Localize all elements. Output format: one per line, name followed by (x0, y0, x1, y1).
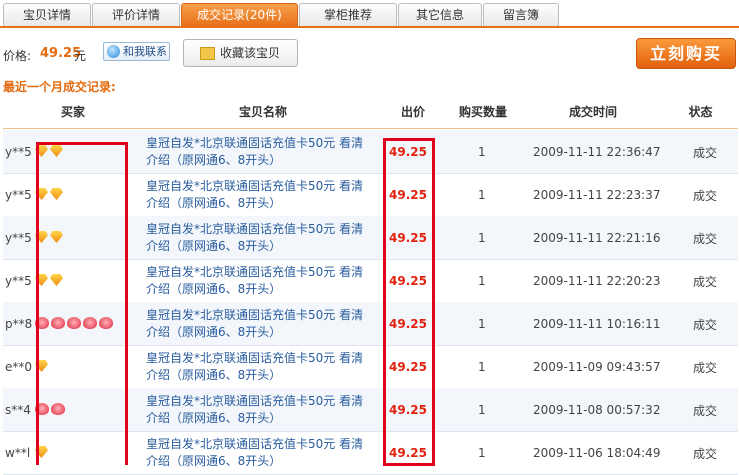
buyer-name[interactable]: y**5 (5, 188, 32, 202)
item-title-link[interactable]: 皇冠自发*北京联通固话充值卡50元 看清 介绍（原网通6、8开头） (146, 393, 386, 427)
price-label: 价格: (3, 49, 32, 63)
status-text: 成交 (693, 189, 718, 203)
item-title-link[interactable]: 皇冠自发*北京联通固话充值卡50元 看清 介绍（原网通6、8开头） (146, 178, 386, 212)
item-title-line1: 皇冠自发*北京联通固话充值卡50元 看清 (146, 265, 364, 279)
item-title-link[interactable]: 皇冠自发*北京联通固话充值卡50元 看清 介绍（原网通6、8开头） (146, 436, 386, 470)
col-item: 宝贝名称 (238, 105, 287, 119)
status-text: 成交 (693, 404, 718, 418)
buy-now-button[interactable]: 立刻购买 (636, 38, 736, 69)
quantity: 1 (478, 360, 486, 374)
col-qty: 购买数量 (458, 105, 507, 119)
tab-bar: 宝贝详情 评价详情 成交记录(20件) 掌柜推荐 其它信息 留言簿 (0, 0, 739, 28)
item-title-link[interactable]: 皇冠自发*北京联通固话充值卡50元 看清 介绍（原网通6、8开头） (146, 350, 386, 384)
chat-icon (107, 45, 120, 58)
transaction-time: 2009-11-11 22:20:23 (533, 274, 661, 288)
status-text: 成交 (693, 361, 718, 375)
buyer-name[interactable]: y**5 (5, 231, 32, 245)
item-title-link[interactable]: 皇冠自发*北京联通固话充值卡50元 看清 介绍（原网通6、8开头） (146, 307, 386, 341)
tab-item-details[interactable]: 宝贝详情 (3, 3, 91, 26)
recent-records-title: 最近一个月成交记录: (3, 80, 116, 94)
status-text: 成交 (693, 447, 718, 461)
table-header: 买家 宝贝名称 出价 购买数量 成交时间 状态 (3, 97, 738, 129)
item-title-line1: 皇冠自发*北京联通固话充值卡50元 看清 (146, 437, 364, 451)
highlight-box-buyer-badges (36, 142, 128, 465)
item-title-line2: 介绍（原网通6、8开头） (146, 325, 282, 339)
col-buyer: 买家 (60, 105, 85, 119)
transaction-time: 2009-11-11 10:16:11 (533, 317, 661, 331)
buyer-name[interactable]: e**0 (5, 360, 32, 374)
transaction-time: 2009-11-08 00:57:32 (533, 403, 661, 417)
tab-other-info[interactable]: 其它信息 (398, 3, 482, 26)
col-time: 成交时间 (568, 105, 617, 119)
quantity: 1 (478, 446, 486, 460)
item-title-link[interactable]: 皇冠自发*北京联通固话充值卡50元 看清 介绍（原网通6、8开头） (146, 264, 386, 298)
contact-label: 和我联系 (123, 45, 167, 58)
item-title-line2: 介绍（原网通6、8开头） (146, 239, 282, 253)
transaction-time: 2009-11-06 18:04:49 (533, 446, 661, 460)
transaction-time: 2009-11-11 22:36:47 (533, 145, 661, 159)
status-text: 成交 (693, 275, 718, 289)
status-text: 成交 (693, 318, 718, 332)
price-unit: 元 (74, 49, 87, 63)
quantity: 1 (478, 403, 486, 417)
transaction-time: 2009-11-09 09:43:57 (533, 360, 661, 374)
item-title-line2: 介绍（原网通6、8开头） (146, 368, 282, 382)
buyer-name[interactable]: p**8 (5, 317, 32, 331)
favorite-label: 收藏该宝贝 (220, 46, 281, 60)
buyer-name[interactable]: y**5 (5, 274, 32, 288)
item-title-line1: 皇冠自发*北京联通固话充值卡50元 看清 (146, 351, 364, 365)
tab-transactions[interactable]: 成交记录(20件) (181, 3, 298, 26)
col-price: 出价 (400, 105, 425, 119)
tab-guestbook[interactable]: 留言簿 (483, 3, 559, 26)
item-title-line1: 皇冠自发*北京联通固话充值卡50元 看清 (146, 394, 364, 408)
item-title-link[interactable]: 皇冠自发*北京联通固话充值卡50元 看清 介绍（原网通6、8开头） (146, 221, 386, 255)
item-title-line2: 介绍（原网通6、8开头） (146, 282, 282, 296)
transaction-time: 2009-11-11 22:23:37 (533, 188, 661, 202)
item-title-link[interactable]: 皇冠自发*北京联通固话充值卡50元 看清 介绍（原网通6、8开头） (146, 135, 386, 169)
tab-shop-recommend[interactable]: 掌柜推荐 (299, 3, 397, 26)
item-title-line2: 介绍（原网通6、8开头） (146, 153, 282, 167)
add-favorite-button[interactable]: 收藏该宝贝 (183, 39, 298, 67)
status-text: 成交 (693, 146, 718, 160)
item-title-line1: 皇冠自发*北京联通固话充值卡50元 看清 (146, 308, 364, 322)
item-title-line2: 介绍（原网通6、8开头） (146, 411, 282, 425)
quantity: 1 (478, 145, 486, 159)
highlight-box-price (383, 138, 435, 466)
col-status: 状态 (688, 105, 713, 119)
quantity: 1 (478, 317, 486, 331)
item-title-line1: 皇冠自发*北京联通固话充值卡50元 看清 (146, 179, 364, 193)
folder-star-icon (200, 47, 215, 60)
quantity: 1 (478, 188, 486, 202)
tab-reviews[interactable]: 评价详情 (92, 3, 180, 26)
contact-seller-button[interactable]: 和我联系 (103, 42, 170, 61)
buyer-name[interactable]: s**4 (5, 403, 31, 417)
buyer-name[interactable]: w**l (5, 446, 30, 460)
item-title-line2: 介绍（原网通6、8开头） (146, 196, 282, 210)
item-title-line1: 皇冠自发*北京联通固话充值卡50元 看清 (146, 136, 364, 150)
quantity: 1 (478, 231, 486, 245)
quantity: 1 (478, 274, 486, 288)
item-title-line1: 皇冠自发*北京联通固话充值卡50元 看清 (146, 222, 364, 236)
buyer-name[interactable]: y**5 (5, 145, 32, 159)
transaction-time: 2009-11-11 22:21:16 (533, 231, 661, 245)
status-text: 成交 (693, 232, 718, 246)
